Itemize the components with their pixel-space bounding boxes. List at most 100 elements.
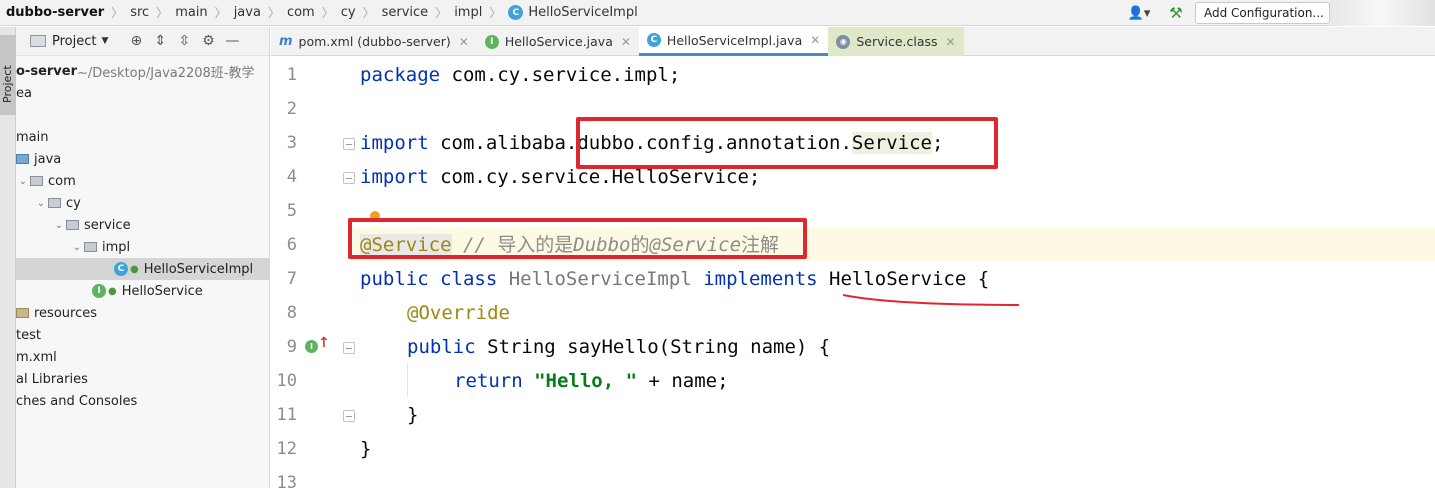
breadcrumb-item[interactable]: com (287, 5, 315, 20)
code-line-12: } (360, 438, 372, 460)
chevron-down-icon[interactable]: ⌄ (70, 242, 84, 253)
fold-icon[interactable] (343, 342, 355, 354)
tree-item-pom[interactable]: m.xml (16, 346, 269, 368)
arrow-up-icon[interactable]: ↑ (318, 335, 330, 351)
code-line-8: @Override (407, 302, 510, 324)
user-icon[interactable]: 👤▾ (1125, 3, 1153, 23)
tree-item-test[interactable]: test (16, 324, 269, 346)
tree-item-label: m.xml (16, 349, 57, 365)
breadcrumb-item[interactable]: cy (341, 5, 356, 20)
fold-icon[interactable] (343, 172, 355, 184)
fold-icon[interactable] (343, 410, 355, 422)
close-icon[interactable]: ✕ (810, 33, 820, 47)
tree-item-external-libraries[interactable]: al Libraries (16, 368, 269, 390)
tree-item-label: al Libraries (16, 371, 88, 387)
fold-icon[interactable] (343, 138, 355, 150)
expand-all-icon[interactable]: ⇕ (148, 29, 172, 53)
chevron-down-icon[interactable]: ⌄ (34, 198, 48, 209)
collapse-all-icon[interactable]: ⇳ (172, 29, 196, 53)
line-number: 5 (286, 201, 297, 221)
tree-item-label: HelloService (121, 283, 203, 299)
locate-icon[interactable]: ⊕ (124, 29, 148, 53)
minimize-icon[interactable]: — (220, 29, 244, 53)
class-icon: C (508, 5, 524, 20)
tree-item-main[interactable]: main (16, 126, 269, 148)
tree-item-label: com (48, 173, 76, 189)
tree-item-label: java (34, 151, 62, 167)
tab-label: HelloServiceImpl.java (666, 32, 803, 48)
tree-item-service[interactable]: ⌄ service (16, 214, 269, 236)
access-icon: ● (130, 263, 139, 275)
line-number: 1 (286, 65, 297, 85)
close-icon[interactable]: ✕ (946, 35, 956, 49)
tree-item-helloserviceimpl[interactable]: C ● HelloServiceImpl (16, 258, 269, 280)
tree-item-helloservice[interactable]: I ● HelloService (16, 280, 269, 302)
package-icon (30, 176, 43, 186)
breadcrumb-item-label: HelloServiceImpl (528, 5, 638, 20)
line-number: 8 (286, 303, 297, 323)
line-number: 10 (276, 371, 297, 391)
tree-item-path: ~/Desktop/Java2208班-教学 (77, 65, 255, 81)
tree-item[interactable]: ea (16, 82, 269, 104)
gear-icon[interactable]: ⚙ (196, 29, 220, 53)
breadcrumb-item[interactable]: main (175, 5, 207, 20)
breadcrumb-item[interactable]: src (130, 5, 149, 20)
source-folder-icon (16, 154, 29, 164)
hammer-icon[interactable]: ⚒ (1165, 3, 1187, 23)
project-panel-header: Project ▼ ⊕ ⇕ ⇳ ⚙ — (16, 27, 269, 56)
project-panel: Project ▼ ⊕ ⇕ ⇳ ⚙ — o-server ~/Desktop/J… (16, 27, 270, 488)
chevron-down-icon[interactable]: ⌄ (52, 220, 66, 231)
tree-item-label: ea (16, 85, 32, 101)
add-configuration-button[interactable]: Add Configuration... (1195, 2, 1330, 24)
tab-label: pom.xml (dubbo-server) (298, 34, 451, 49)
line-number: 7 (286, 269, 297, 289)
project-view-selector[interactable]: Project (52, 34, 96, 49)
code-line-11: } (407, 404, 419, 426)
tab-label: Service.class (856, 34, 938, 49)
tab-pom-xml[interactable]: m pom.xml (dubbo-server) ✕ (271, 27, 477, 56)
tree-item-label: HelloServiceImpl (143, 261, 254, 277)
tree-item-impl[interactable]: ⌄ impl (16, 236, 269, 258)
tree-item-cy[interactable]: ⌄ cy (16, 192, 269, 214)
line-number: 2 (286, 99, 297, 119)
tree-item-label: resources (34, 305, 98, 321)
toolbar-right: 👤▾ ⚒ Add Configuration... (1125, 0, 1435, 26)
breadcrumb-item-current[interactable]: C HelloServiceImpl (508, 5, 638, 20)
navigation-bar: dubbo-server 〉 src 〉 main 〉 java 〉 com 〉… (0, 0, 1435, 26)
watermark-overlay (1330, 0, 1435, 26)
interface-icon: I (92, 284, 106, 298)
annotation-box-import (576, 117, 998, 169)
close-icon[interactable]: ✕ (459, 35, 469, 49)
breadcrumb-item[interactable]: impl (454, 5, 482, 20)
folder-icon (30, 35, 46, 47)
compiled-class-icon: ◉ (836, 34, 851, 49)
implements-gutter-icon[interactable]: I (305, 340, 318, 353)
tree-item-scratches[interactable]: ches and Consoles (16, 390, 269, 412)
breadcrumb-item[interactable]: dubbo-server (6, 5, 104, 20)
tab-helloserviceimpl-java[interactable]: C HelloServiceImpl.java ✕ (638, 27, 829, 56)
tab-helloservice-java[interactable]: I HelloService.java ✕ (477, 27, 639, 56)
tree-item-project-root[interactable]: o-server ~/Desktop/Java2208班-教学 (16, 60, 269, 82)
code-editor[interactable]: 1 2 3 4 5 6 7 8 9 10 11 12 13 I ↑ packag… (271, 57, 1435, 488)
package-icon (84, 242, 97, 252)
line-number: 11 (276, 405, 297, 425)
close-icon[interactable]: ✕ (621, 35, 631, 49)
line-number: 12 (276, 439, 297, 459)
chevron-down-icon[interactable]: ⌄ (16, 176, 30, 187)
caret-down-icon[interactable]: ▼ (101, 36, 108, 46)
tool-window-strip: Project (0, 27, 16, 488)
project-tool-tab-label: Project (1, 65, 14, 103)
tree-item-label: cy (66, 195, 81, 211)
tree-item-java[interactable]: java (16, 148, 269, 170)
breadcrumb-item[interactable]: service (382, 5, 429, 20)
code-line-10: return "Hello, " + name; (454, 370, 729, 392)
chevron-right-icon: 〉 (489, 6, 502, 20)
chevron-right-icon: 〉 (111, 6, 124, 20)
tab-service-class[interactable]: ◉ Service.class ✕ (828, 27, 964, 56)
tree-item-com[interactable]: ⌄ com (16, 170, 269, 192)
breadcrumb-item[interactable]: java (234, 5, 261, 20)
maven-icon: m (279, 34, 293, 49)
line-number: 9 (286, 337, 297, 357)
tree-item-resources[interactable]: resources (16, 302, 269, 324)
editor-gutter: 1 2 3 4 5 6 7 8 9 10 11 12 13 I ↑ (271, 57, 355, 488)
